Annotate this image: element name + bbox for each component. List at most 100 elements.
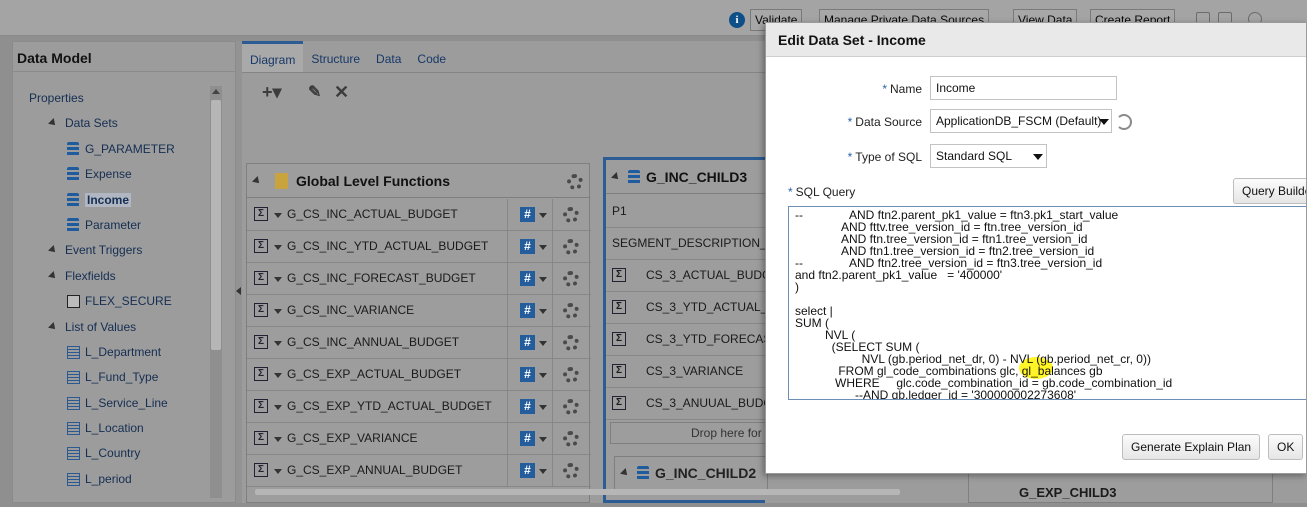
chevron-down-icon[interactable]: [539, 469, 547, 474]
column-row[interactable]: Σ CS_3_ACTUAL_BUDG: [606, 260, 771, 292]
function-row[interactable]: Σ G_CS_EXP_ACTUAL_BUDGET #: [247, 359, 591, 391]
gear-icon[interactable]: [563, 431, 579, 447]
sql-query-editor[interactable]: -- AND ftn2.parent_pk1_value = ftn3.pk1_…: [788, 206, 1306, 400]
chevron-down-icon[interactable]: [274, 373, 282, 378]
sql-type-select[interactable]: Standard SQL: [930, 144, 1047, 168]
chevron-down-icon[interactable]: [539, 405, 547, 410]
gear-icon[interactable]: [563, 303, 579, 319]
tree-item-l-department[interactable]: L_Department: [67, 343, 161, 361]
tab-diagram[interactable]: Diagram: [242, 41, 304, 72]
chevron-down-icon[interactable]: [274, 437, 282, 442]
chevron-down-icon[interactable]: [539, 341, 547, 346]
gear-icon[interactable]: [567, 174, 583, 190]
chevron-down-icon[interactable]: [274, 245, 282, 250]
collapse-triangle-icon[interactable]: [611, 171, 621, 182]
chevron-down-icon[interactable]: [539, 309, 547, 314]
chevron-down-icon[interactable]: [539, 277, 547, 282]
gear-icon[interactable]: [563, 335, 579, 351]
tree-item-flex-secure[interactable]: FLEX_SECURE: [67, 292, 172, 310]
column-row[interactable]: Σ CS_3_ANUUAL_BUDG: [606, 388, 773, 420]
drop-target[interactable]: Drop here for a: [610, 422, 770, 444]
chevron-down-icon[interactable]: [274, 341, 282, 346]
tree-item-event-triggers[interactable]: Event Triggers: [48, 241, 142, 259]
info-icon[interactable]: i: [729, 12, 745, 28]
ok-button[interactable]: OK: [1268, 434, 1304, 460]
data-source-select[interactable]: ApplicationDB_FSCM (Default): [930, 109, 1112, 133]
function-row[interactable]: Σ G_CS_INC_ACTUAL_BUDGET #: [247, 199, 591, 231]
tree-item-flexfields[interactable]: Flexfields: [48, 267, 116, 285]
add-dataset-icon[interactable]: +▾: [262, 82, 282, 103]
tree-item-expense[interactable]: Expense: [67, 165, 132, 183]
expand-triangle-icon[interactable]: [48, 322, 58, 332]
column-row[interactable]: Σ CS_3_YTD_FORECAS: [606, 324, 771, 356]
tree-item-properties[interactable]: Properties: [29, 89, 84, 107]
chevron-down-icon[interactable]: [274, 405, 282, 410]
delete-icon[interactable]: ✕: [334, 82, 349, 103]
hash-icon[interactable]: #: [520, 463, 535, 478]
g-inc-child2-header[interactable]: G_INC_CHILD2: [614, 456, 768, 490]
chevron-down-icon[interactable]: [539, 373, 547, 378]
tree-item-parameter[interactable]: Parameter: [67, 216, 141, 234]
tree-item-income[interactable]: Income: [67, 191, 132, 209]
chevron-down-icon[interactable]: [1033, 154, 1043, 160]
g-exp-child3-header[interactable]: G_EXP_CHILD3: [968, 472, 1273, 503]
column-row[interactable]: Σ CS_3_YTD_ACTUAL_: [606, 292, 768, 324]
hash-icon[interactable]: #: [520, 271, 535, 286]
gear-icon[interactable]: [563, 399, 579, 415]
function-row[interactable]: Σ G_CS_EXP_YTD_ACTUAL_BUDGET #: [247, 391, 591, 423]
collapse-triangle-icon[interactable]: [620, 468, 630, 478]
generate-explain-plan-button[interactable]: Generate Explain Plan: [1122, 434, 1261, 460]
collapse-left-icon[interactable]: [236, 287, 241, 295]
horizontal-scrollbar[interactable]: [255, 489, 900, 495]
hash-icon[interactable]: #: [520, 399, 535, 414]
hash-icon[interactable]: #: [520, 207, 535, 222]
expand-triangle-icon[interactable]: [48, 245, 58, 255]
refresh-icon[interactable]: [1116, 114, 1132, 130]
column-row[interactable]: P1: [606, 196, 768, 228]
gear-icon[interactable]: [563, 271, 579, 287]
scrollbar-thumb[interactable]: [211, 100, 221, 350]
column-row[interactable]: Σ CS_3_VARIANCE: [606, 356, 768, 388]
chevron-down-icon[interactable]: [274, 277, 282, 282]
tree-item-l-country[interactable]: L_Country: [67, 444, 140, 462]
function-row[interactable]: Σ G_CS_EXP_VARIANCE #: [247, 423, 591, 455]
hash-icon[interactable]: #: [520, 335, 535, 350]
query-builder-button[interactable]: Query Builder: [1233, 178, 1306, 204]
gear-icon[interactable]: [563, 239, 579, 255]
gear-icon[interactable]: [563, 207, 579, 223]
tree-item-data-sets[interactable]: Data Sets: [48, 114, 118, 132]
g-inc-child3-panel[interactable]: G_INC_CHILD3 P1 SEGMENT_DESCRIPTION_ Σ C…: [603, 157, 773, 503]
chevron-down-icon[interactable]: [274, 309, 282, 314]
column-row[interactable]: SEGMENT_DESCRIPTION_: [606, 228, 768, 260]
function-row[interactable]: Σ G_CS_INC_YTD_ACTUAL_BUDGET #: [247, 231, 591, 263]
tree-scrollbar[interactable]: [210, 86, 222, 498]
tab-structure[interactable]: Structure: [303, 41, 368, 72]
tree-item-l-service-line[interactable]: L_Service_Line: [67, 394, 168, 412]
tab-code[interactable]: Code: [409, 41, 454, 72]
chevron-down-icon[interactable]: [274, 213, 282, 218]
chevron-down-icon[interactable]: [539, 213, 547, 218]
chevron-down-icon[interactable]: [539, 245, 547, 250]
function-row[interactable]: Σ G_CS_INC_ANNUAL_BUDGET #: [247, 327, 591, 359]
tree-item-l-period[interactable]: L_period: [67, 470, 132, 488]
hash-icon[interactable]: #: [520, 303, 535, 318]
chevron-down-icon[interactable]: [1099, 119, 1109, 125]
tree-item-list-of-values[interactable]: List of Values: [48, 318, 136, 336]
gear-icon[interactable]: [563, 367, 579, 383]
scroll-up-icon[interactable]: [212, 89, 220, 94]
expand-triangle-icon[interactable]: [48, 271, 58, 281]
tab-data[interactable]: Data: [368, 41, 409, 72]
hash-icon[interactable]: #: [520, 367, 535, 382]
global-level-functions-panel[interactable]: Global Level Functions Σ G_CS_INC_ACTUAL…: [246, 163, 591, 503]
chevron-down-icon[interactable]: [539, 437, 547, 442]
function-row[interactable]: Σ G_CS_INC_FORECAST_BUDGET #: [247, 263, 591, 295]
tree-item-l-fund-type[interactable]: L_Fund_Type: [67, 368, 158, 386]
hash-icon[interactable]: #: [520, 431, 535, 446]
collapse-triangle-icon[interactable]: [252, 175, 262, 186]
tree-item-l-location[interactable]: L_Location: [67, 419, 144, 437]
name-field[interactable]: Income: [930, 76, 1117, 100]
function-row[interactable]: Σ G_CS_INC_VARIANCE #: [247, 295, 591, 327]
gear-icon[interactable]: [563, 463, 579, 479]
function-row[interactable]: Σ G_CS_EXP_ANNUAL_BUDGET #: [247, 455, 591, 487]
hash-icon[interactable]: #: [520, 239, 535, 254]
